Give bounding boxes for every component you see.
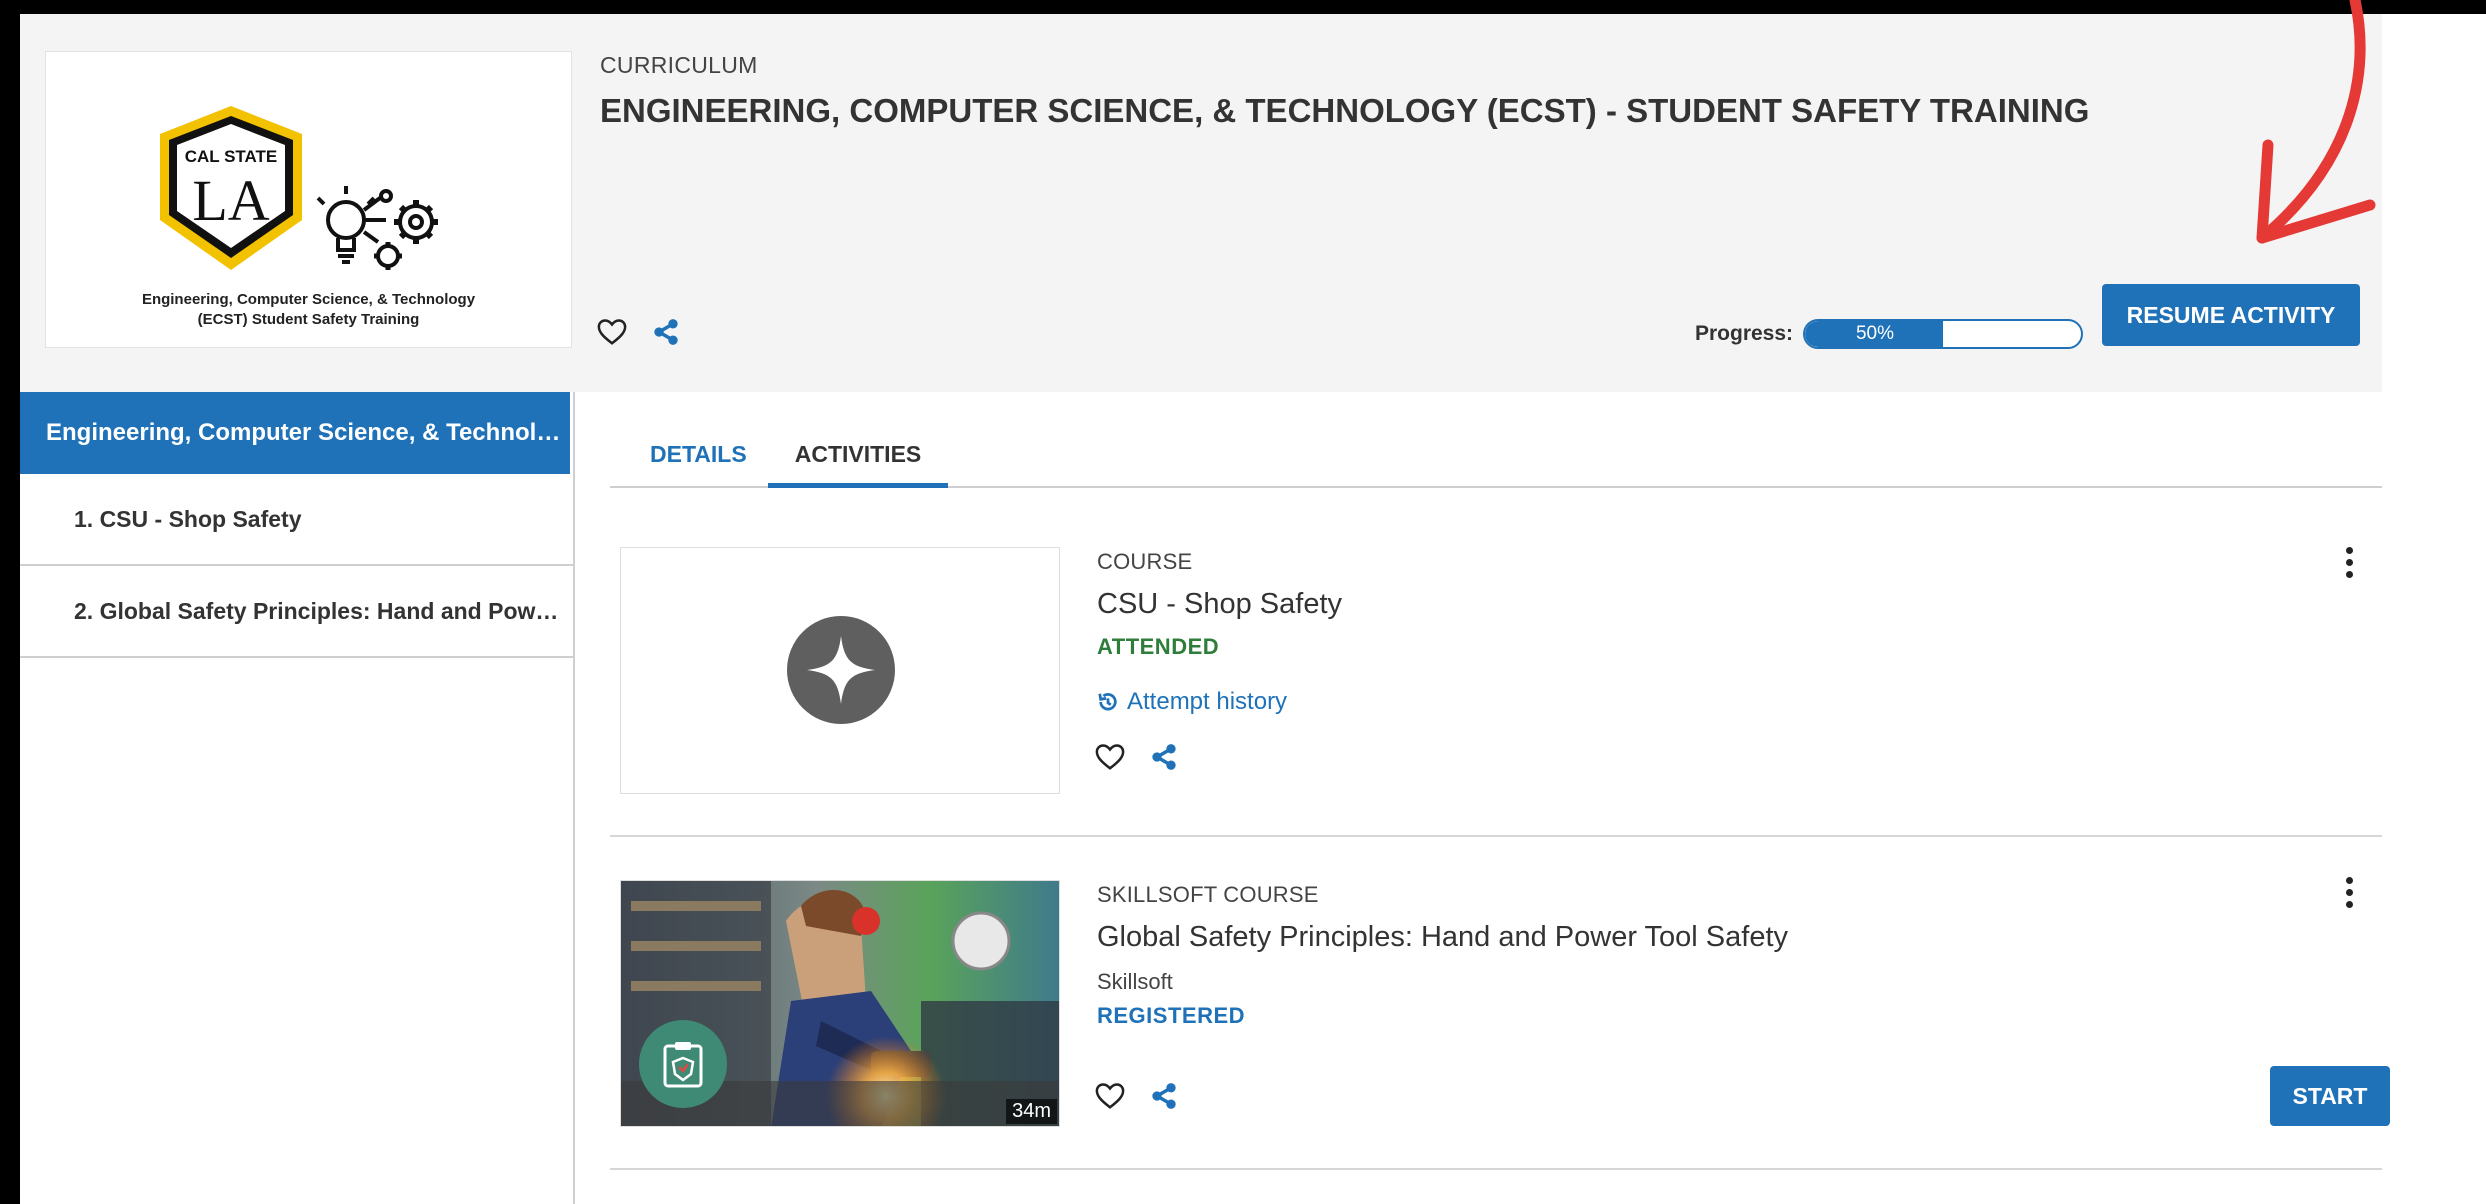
share-button[interactable]: [1146, 1078, 1182, 1114]
activity-type: SKILLSOFT COURSE: [1097, 882, 1319, 907]
share-icon: [654, 319, 678, 345]
logo-cal-state-text: CAL STATE: [185, 147, 278, 166]
curriculum-header: CAL STATE LA Engineering, Computer Scien…: [20, 14, 2382, 392]
heart-icon: [1095, 744, 1125, 770]
logo-la-text: LA: [192, 168, 269, 233]
sidebar-item-shop-safety[interactable]: 1. CSU - Shop Safety: [20, 474, 573, 566]
start-button[interactable]: START: [2270, 1066, 2390, 1126]
tab-bar: DETAILS ACTIVITIES: [610, 424, 2382, 488]
curriculum-logo: CAL STATE LA Engineering, Computer Scien…: [45, 51, 572, 348]
favorite-button[interactable]: [1092, 739, 1128, 775]
frame-top-border: [0, 0, 2486, 14]
sidebar-item-power-tool-safety[interactable]: 2. Global Safety Principles: Hand and Po…: [20, 566, 573, 658]
attempt-history-label: Attempt history: [1127, 688, 1288, 715]
activity-status: REGISTERED: [1097, 1003, 1246, 1028]
resume-activity-button[interactable]: RESUME ACTIVITY: [2102, 284, 2360, 346]
logo-caption-line-1: Engineering, Computer Science, & Technol…: [141, 291, 476, 308]
kebab-menu-icon[interactable]: [2334, 872, 2364, 912]
progress-label: Progress:: [1695, 322, 1794, 345]
sidebar-curriculum-title[interactable]: Engineering, Computer Science, & Technol…: [20, 392, 570, 474]
activity-status: ATTENDED: [1097, 634, 1220, 659]
progress-percent: 50%: [1855, 323, 1895, 344]
activity-provider: Skillsoft: [1097, 969, 1173, 994]
red-arrow-annotation-icon: [2256, 0, 2376, 244]
curriculum-type-label: CURRICULUM: [600, 52, 758, 78]
logo-caption-line-2: (ECST) Student Safety Training: [197, 311, 420, 328]
heart-icon: [1095, 1083, 1125, 1109]
activity-thumbnail[interactable]: 34m: [620, 880, 1060, 1127]
duration-badge: 34m: [1006, 1099, 1057, 1124]
heart-icon: [597, 319, 627, 345]
share-icon: [1152, 744, 1176, 770]
tab-details[interactable]: DETAILS: [650, 424, 747, 488]
tab-activities[interactable]: ACTIVITIES: [768, 424, 948, 488]
activity-card: 34m SKILLSOFT COURSE Global Safety Princ…: [610, 837, 2390, 1170]
frame-left-border: [0, 0, 20, 1204]
history-icon: [1098, 693, 1117, 711]
lightbulb-gears-icon: [316, 186, 438, 270]
page-title: ENGINEERING, COMPUTER SCIENCE, & TECHNOL…: [600, 92, 2090, 129]
activity-title[interactable]: CSU - Shop Safety: [1097, 588, 1342, 621]
progress-bar: 50%: [1803, 319, 2083, 349]
favorite-button[interactable]: [594, 314, 630, 350]
favorite-button[interactable]: [1092, 1078, 1128, 1114]
sparkle-icon: [787, 616, 895, 724]
share-icon: [1152, 1083, 1176, 1109]
curriculum-sidebar: Engineering, Computer Science, & Technol…: [20, 392, 575, 1204]
page: CAL STATE LA Engineering, Computer Scien…: [20, 14, 2390, 1204]
activity-card: COURSE CSU - Shop Safety ATTENDED Attemp…: [610, 514, 2382, 837]
cal-state-la-shield-icon: CAL STATE LA: [160, 106, 302, 270]
share-button[interactable]: [1146, 739, 1182, 775]
activity-actions: [1092, 1078, 1182, 1114]
attempt-history-link[interactable]: Attempt history: [1097, 688, 1287, 716]
kebab-menu-icon[interactable]: [2334, 542, 2364, 582]
activity-title[interactable]: Global Safety Principles: Hand and Power…: [1097, 921, 1788, 954]
activity-actions: [1092, 739, 1182, 775]
header-actions: [594, 314, 684, 350]
share-button[interactable]: [648, 314, 684, 350]
activity-thumbnail[interactable]: [620, 547, 1060, 794]
activity-type: COURSE: [1097, 549, 1193, 574]
logo-caption: Engineering, Computer Science, & Technol…: [46, 290, 571, 330]
course-badge-icon: [639, 1020, 727, 1108]
